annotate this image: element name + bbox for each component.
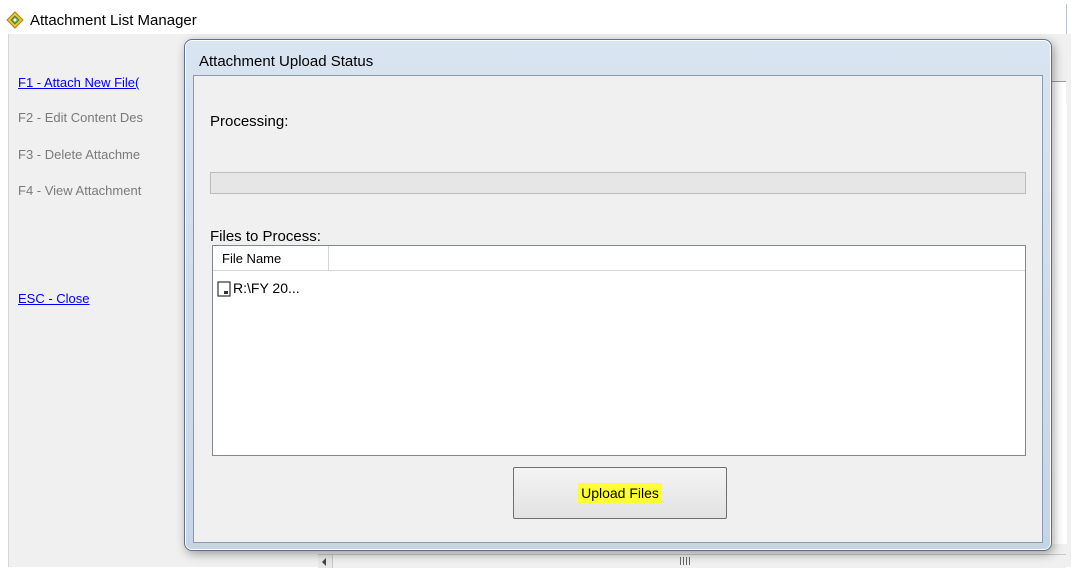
upload-progress-bar: [210, 172, 1026, 194]
upload-files-label: Upload Files: [578, 483, 662, 503]
close-link[interactable]: ESC - Close: [18, 291, 90, 306]
parent-window-edge: [1066, 4, 1073, 34]
document-icon: [217, 281, 231, 297]
upload-files-button[interactable]: Upload Files: [513, 467, 727, 519]
delete-attachment-command: F3 - Delete Attachme: [18, 147, 141, 162]
processing-label: Processing:: [210, 113, 289, 130]
upload-status-dialog: Attachment Upload Status Processing: Fil…: [184, 39, 1052, 551]
column-header-blank[interactable]: [329, 246, 1025, 270]
scroll-grip-icon[interactable]: [680, 557, 690, 565]
horizontal-scrollbar[interactable]: [318, 554, 1066, 568]
column-header-file-name[interactable]: File Name: [213, 246, 329, 270]
app-icon: [6, 11, 24, 29]
list-header: File Name: [213, 246, 1025, 271]
dialog-content: Processing: Files to Process: File Name …: [193, 75, 1043, 543]
files-list[interactable]: File Name R:\FY 20...: [212, 245, 1026, 456]
file-name: R:\FY 20...: [233, 280, 300, 296]
files-to-process-label: Files to Process:: [210, 228, 321, 245]
dialog-title: Attachment Upload Status: [199, 53, 374, 70]
view-attachment-command: F4 - View Attachment: [18, 183, 142, 198]
edit-content-description-command: F2 - Edit Content Des: [18, 110, 143, 125]
column-header-label: File Name: [222, 251, 282, 266]
parent-window-title: Attachment List Manager: [30, 12, 197, 29]
scroll-left-arrow-icon[interactable]: [318, 555, 333, 568]
parent-titlebar: Attachment List Manager: [0, 0, 1074, 34]
attach-new-file-link[interactable]: F1 - Attach New File(: [18, 75, 139, 90]
